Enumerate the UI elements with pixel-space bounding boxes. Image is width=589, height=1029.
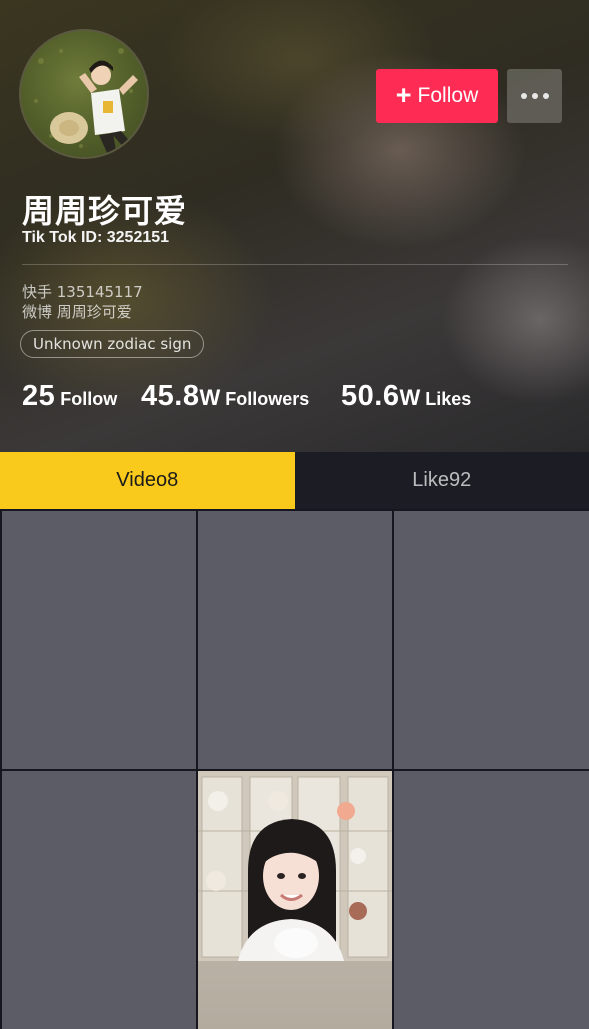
zodiac-tag: Unknown zodiac sign (20, 330, 204, 358)
tab-videos[interactable]: Video8 (0, 452, 295, 509)
follow-button[interactable]: + Follow (376, 69, 498, 123)
avatar[interactable] (19, 29, 149, 159)
more-dots-icon (521, 93, 549, 99)
video-thumbnail-image (198, 771, 392, 961)
video-thumbnail[interactable] (394, 511, 589, 769)
stat-following-count: 25 (22, 380, 55, 413)
more-options-button[interactable] (507, 69, 562, 123)
video-grid (0, 509, 589, 959)
stat-following[interactable]: 25 Follow (22, 380, 117, 413)
stat-followers-count: 45.8 (141, 380, 199, 413)
follow-label: Follow (418, 84, 479, 108)
profile-name: 周周珍可爱 (22, 186, 187, 232)
divider (22, 264, 568, 265)
bio-line-kuaishou: 快手 135145117 (22, 281, 143, 302)
stat-likes-label: Likes (425, 389, 471, 410)
stat-following-label: Follow (60, 389, 117, 410)
tab-likes[interactable]: Like92 (295, 452, 589, 509)
profile-tabs: Video8 Like92 (0, 452, 589, 509)
tiktok-id: Tik Tok ID: 3252151 (22, 229, 169, 247)
video-thumbnail[interactable] (198, 511, 392, 769)
stat-followers-label: Followers (225, 389, 309, 410)
stat-likes-count: 50.6 (341, 380, 399, 413)
profile-header: + Follow 周周珍可爱 Tik Tok ID: 3252151 快手 13… (0, 0, 589, 452)
plus-icon: + (396, 82, 412, 109)
avatar-photo (21, 31, 147, 157)
bio-line-weibo: 微博 周周珍可爱 (22, 301, 132, 322)
video-thumbnail[interactable] (394, 771, 589, 1029)
video-thumbnail[interactable] (2, 771, 196, 1029)
stat-likes-unit: W (399, 385, 420, 411)
stat-followers-unit: W (199, 385, 220, 411)
video-thumbnail[interactable] (2, 511, 196, 769)
stat-followers[interactable]: 45.8 W Followers (141, 380, 309, 413)
video-thumbnail[interactable] (198, 771, 392, 1029)
stat-likes[interactable]: 50.6 W Likes (341, 380, 471, 413)
